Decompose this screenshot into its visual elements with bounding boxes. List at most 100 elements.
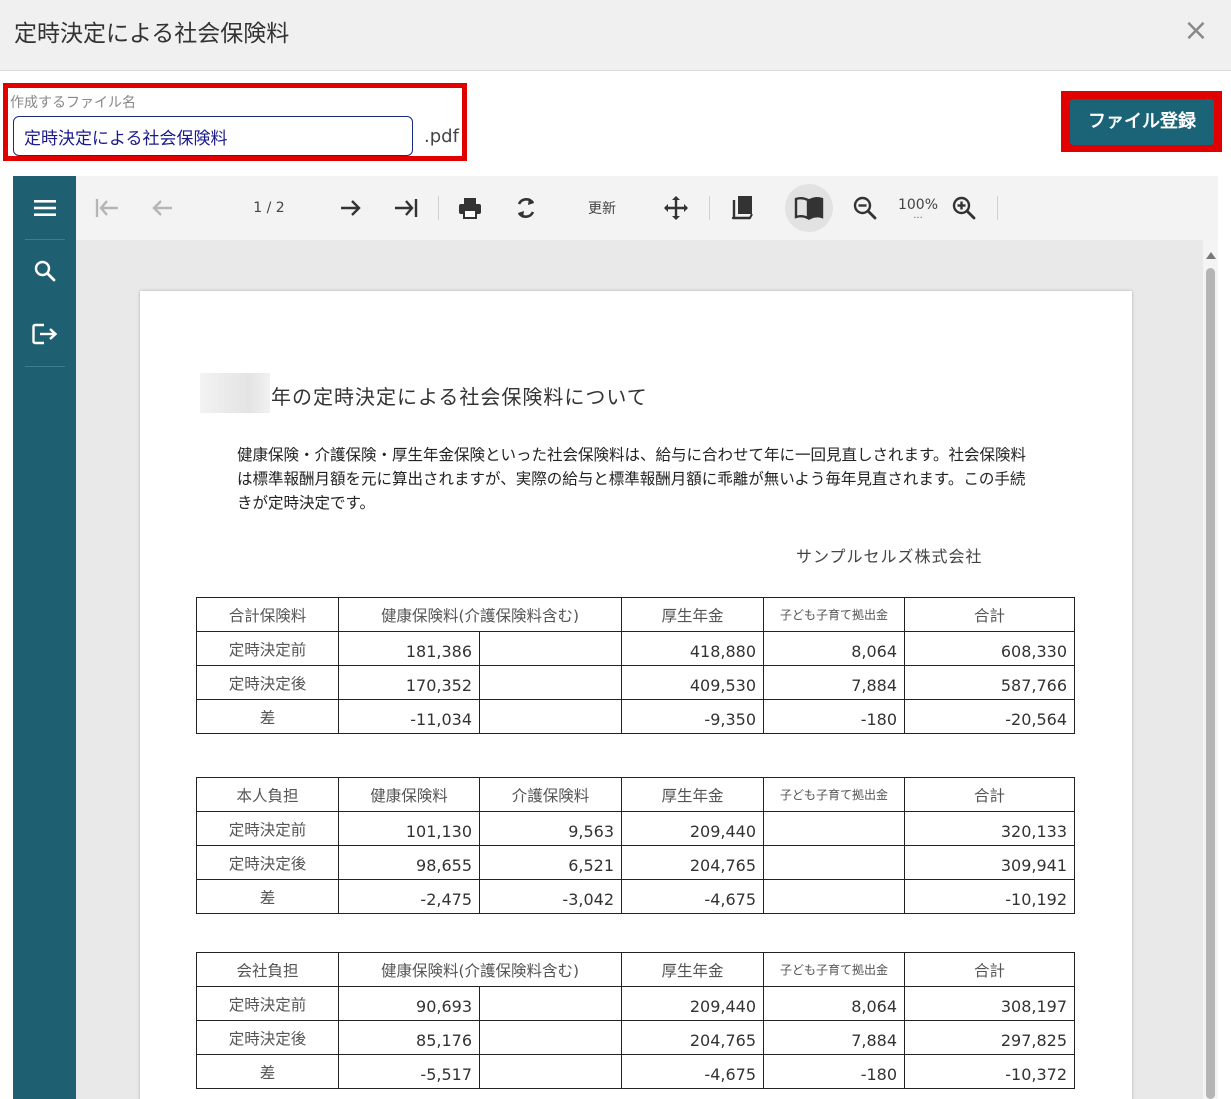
row-label: 定時決定後 <box>196 845 339 880</box>
table-cell: -11,034 <box>338 699 480 734</box>
row-label: 定時決定後 <box>196 665 339 700</box>
table-cell: 608,330 <box>904 631 1075 666</box>
table-cell: 8,064 <box>763 986 905 1021</box>
table-header-cell: 子ども子育て拠出金 <box>763 777 905 812</box>
table-cell: -180 <box>763 1054 905 1089</box>
table-header-cell: 合計保険料 <box>196 597 339 632</box>
scroll-thumb[interactable] <box>1206 268 1215 1099</box>
table-cell: 101,130 <box>338 811 480 846</box>
rail-divider <box>25 239 65 240</box>
company-share-table: 会社負担 健康保険料(介護保険料含む) 厚生年金 子ども子育て拠出金 合計 定時… <box>196 952 1075 1089</box>
document-intro: 健康保険・介護保険・厚生年金保険といった社会保険料は、給与に合わせて年に一回見直… <box>237 446 1026 512</box>
table-row: 差 -5,517 -4,675 -180 -10,372 <box>196 1054 1075 1089</box>
table-row: 定時決定後 170,352 409,530 7,884 587,766 <box>196 665 1075 700</box>
table-cell: 170,352 <box>338 665 480 700</box>
table-header-row: 合計保険料 健康保険料(介護保険料含む) 厚生年金 子ども子育て拠出金 合計 <box>196 597 1075 632</box>
table-cell <box>479 665 622 700</box>
table-cell: 204,765 <box>621 1020 764 1055</box>
viewer-side-rail <box>13 176 76 1099</box>
pdf-viewer: 1 / 2 更新 100% ... 年の定時決定による社会保険料について 健康保… <box>13 176 1218 1099</box>
total-premium-table: 合計保険料 健康保険料(介護保険料含む) 厚生年金 子ども子育て拠出金 合計 定… <box>196 597 1075 734</box>
table-cell <box>479 1054 622 1089</box>
table-cell <box>479 631 622 666</box>
page-indicator: 1 / 2 <box>253 200 285 216</box>
table-header-cell: 合計 <box>904 777 1075 812</box>
book-view-icon[interactable] <box>785 184 833 232</box>
file-extension: .pdf <box>424 126 459 147</box>
zoom-out-icon[interactable] <box>848 186 882 230</box>
pdf-page: 年の定時決定による社会保険料について 健康保険・介護保険・厚生年金保険といった社… <box>140 291 1132 1099</box>
table-cell: -4,675 <box>621 879 764 914</box>
vertical-scrollbar[interactable] <box>1203 240 1218 1099</box>
table-cell: 209,440 <box>621 986 764 1021</box>
table-row: 定時決定後 85,176 204,765 7,884 297,825 <box>196 1020 1075 1055</box>
refresh-button[interactable]: 更新 <box>566 186 638 230</box>
table-header-cell: 厚生年金 <box>621 597 764 632</box>
single-page-icon[interactable] <box>723 186 763 230</box>
table-cell: 209,440 <box>621 811 764 846</box>
table-cell <box>763 879 905 914</box>
employee-share-table: 本人負担 健康保険料 介護保険料 厚生年金 子ども子育て拠出金 合計 定時決定前… <box>196 777 1075 914</box>
menu-icon[interactable] <box>13 178 76 238</box>
register-file-button[interactable]: ファイル登録 <box>1070 99 1214 145</box>
zoom-in-icon[interactable] <box>947 186 981 230</box>
table-header-cell: 厚生年金 <box>621 777 764 812</box>
row-label: 定時決定後 <box>196 1020 339 1055</box>
table-cell: 204,765 <box>621 845 764 880</box>
table-cell: 181,386 <box>338 631 480 666</box>
table-cell: 418,880 <box>621 631 764 666</box>
dialog-header: 定時決定による社会保険料 × <box>0 0 1231 71</box>
table-row: 定時決定前 101,130 9,563 209,440 320,133 <box>196 811 1075 846</box>
table-header-cell: 合計 <box>904 952 1075 987</box>
toolbar-divider <box>709 196 710 220</box>
table-cell: -10,372 <box>904 1054 1075 1089</box>
rail-divider <box>25 366 65 367</box>
table-cell: 9,563 <box>479 811 622 846</box>
close-button[interactable]: × <box>1180 16 1212 48</box>
dialog-title: 定時決定による社会保険料 <box>14 21 290 47</box>
table-row: 差 -11,034 -9,350 -180 -20,564 <box>196 699 1075 734</box>
table-cell: -2,475 <box>338 879 480 914</box>
document-area: 年の定時決定による社会保険料について 健康保険・介護保険・厚生年金保険といった社… <box>76 240 1203 1099</box>
table-header-cell: 厚生年金 <box>621 952 764 987</box>
table-cell: 309,941 <box>904 845 1075 880</box>
table-cell <box>763 811 905 846</box>
next-page-icon[interactable] <box>333 186 367 230</box>
table-cell: 587,766 <box>904 665 1075 700</box>
table-cell: 98,655 <box>338 845 480 880</box>
table-cell: 6,521 <box>479 845 622 880</box>
table-cell: 320,133 <box>904 811 1075 846</box>
table-cell: 85,176 <box>338 1020 480 1055</box>
table-header-cell: 会社負担 <box>196 952 339 987</box>
table-header-row: 会社負担 健康保険料(介護保険料含む) 厚生年金 子ども子育て拠出金 合計 <box>196 952 1075 987</box>
table-header-cell: 合計 <box>904 597 1075 632</box>
zoom-level[interactable]: 100% ... <box>894 186 942 230</box>
first-page-icon[interactable] <box>90 186 124 230</box>
filename-label: 作成するファイル名 <box>10 95 136 111</box>
pan-icon[interactable] <box>659 186 693 230</box>
table-header-cell: 健康保険料(介護保険料含む) <box>338 952 622 987</box>
table-cell: 409,530 <box>621 665 764 700</box>
table-header-row: 本人負担 健康保険料 介護保険料 厚生年金 子ども子育て拠出金 合計 <box>196 777 1075 812</box>
row-label: 差 <box>196 1054 339 1089</box>
table-header-cell: 介護保険料 <box>479 777 622 812</box>
rotate-icon[interactable] <box>509 186 543 230</box>
table-cell: 308,197 <box>904 986 1075 1021</box>
print-icon[interactable] <box>453 186 487 230</box>
row-label: 差 <box>196 879 339 914</box>
table-header-cell: 子ども子育て拠出金 <box>763 597 905 632</box>
table-cell: -3,042 <box>479 879 622 914</box>
toolbar-divider <box>997 196 998 220</box>
table-header-cell: 健康保険料(介護保険料含む) <box>338 597 622 632</box>
table-row: 定時決定前 90,693 209,440 8,064 308,197 <box>196 986 1075 1021</box>
search-icon[interactable] <box>13 241 76 301</box>
table-cell <box>479 699 622 734</box>
previous-page-icon[interactable] <box>146 186 180 230</box>
toolbar-divider <box>438 196 439 220</box>
last-page-icon[interactable] <box>389 186 423 230</box>
filename-input[interactable] <box>13 116 413 156</box>
row-label: 定時決定前 <box>196 631 339 666</box>
scroll-up-arrow-icon[interactable] <box>1206 252 1216 259</box>
table-row: 差 -2,475 -3,042 -4,675 -10,192 <box>196 879 1075 914</box>
export-icon[interactable] <box>13 304 76 364</box>
